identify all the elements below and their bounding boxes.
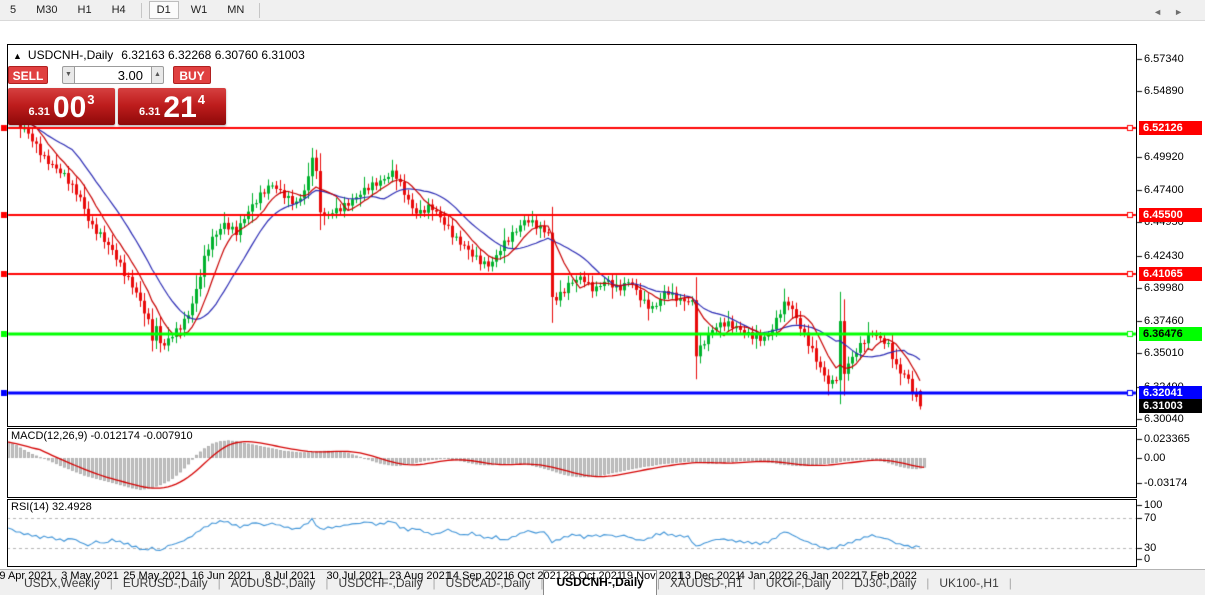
rsi-tick: 70: [1144, 512, 1157, 524]
timeframe-button-m30[interactable]: M30: [28, 1, 65, 19]
toolbar-separator: [259, 2, 261, 18]
level-price-label: 6.45500: [1139, 208, 1202, 223]
timeframe-button-h1[interactable]: H1: [70, 1, 100, 19]
buy-price-prefix: 6.31: [138, 106, 161, 118]
current-price-label: 6.31003: [1139, 399, 1202, 414]
level-price-label: 6.41065: [1139, 266, 1202, 281]
buy-price-pips: 21: [163, 91, 197, 124]
level-price-label: 6.32041: [1139, 385, 1202, 400]
price-tick: 6.49920: [1144, 150, 1184, 163]
timeframe-button-h4[interactable]: H4: [104, 1, 134, 19]
macd-indicator-label: MACD(12,26,9) -0.012174 -0.007910: [11, 430, 193, 442]
level-price-label: 6.52126: [1139, 120, 1202, 135]
rsi-tick: 0: [1144, 553, 1151, 565]
price-tick: 6.47400: [1144, 184, 1184, 197]
timeframe-button-w1[interactable]: W1: [183, 1, 216, 19]
date-label: 19 Nov 2021: [620, 570, 684, 582]
sell-price-prefix: 6.31: [28, 106, 50, 118]
sell-price-point: 3: [87, 92, 95, 107]
date-label: 26 Jan 2022: [795, 570, 857, 582]
price-tick: 6.35010: [1144, 347, 1184, 360]
level-price-label: 6.36476: [1139, 327, 1202, 342]
date-label: 3 May 2021: [61, 570, 119, 582]
date-label: 28 Oct 2021: [563, 570, 623, 582]
tab-scroll-arrows: ◄►: [1153, 7, 1195, 17]
date-label: 6 Oct 2021: [508, 570, 562, 582]
rsi-indicator-label: RSI(14) 32.4928: [11, 501, 92, 513]
date-label: 25 May 2021: [123, 570, 187, 582]
macd-tick: 0.023365: [1144, 433, 1190, 446]
volume-decrease-button[interactable]: ▼: [62, 66, 75, 84]
rsi-tick: 100: [1144, 499, 1163, 511]
volume-input[interactable]: [75, 66, 151, 84]
one-click-trading-panel: SELL ▼ ▲ BUY 6.31003 6.31214: [8, 66, 226, 125]
volume-increase-button[interactable]: ▲: [151, 66, 164, 84]
buy-button[interactable]: BUY: [173, 66, 211, 84]
date-label: 8 Jul 2021: [264, 570, 316, 582]
timeframe-button-mn[interactable]: MN: [219, 1, 252, 19]
tab-scroll-left-arrow[interactable]: ◄: [1153, 7, 1174, 17]
price-tick: 6.54890: [1144, 85, 1184, 98]
mt4-window: 5 M30 H1 H4 D1 W1 MN ▲ USDCNH-,Daily 6.32163 6.3…: [0, 0, 1205, 595]
chart-window: ▲ USDCNH-,Daily 6.32163 6.32268 6.30760 6.…: [0, 21, 1205, 595]
date-label: 16 Jun 2021: [191, 570, 253, 582]
timeframe-toolbar: 5 M30 H1 H4 D1 W1 MN: [0, 0, 1205, 21]
date-label: 13 Dec 2021: [678, 570, 742, 582]
price-tick: 6.37460: [1144, 315, 1184, 328]
price-tick: 6.42430: [1144, 249, 1184, 262]
panel-toggle-arrow[interactable]: ▲: [13, 51, 22, 61]
date-label: 23 Aug 2021: [389, 570, 451, 582]
macd-tick: 0.00: [1144, 452, 1166, 464]
toolbar-separator: [140, 2, 142, 18]
timeframe-button-d1[interactable]: D1: [148, 1, 179, 19]
sell-button[interactable]: SELL: [8, 66, 48, 84]
date-label: 17 Feb 2022: [855, 570, 917, 582]
timeframe-button-5[interactable]: 5: [2, 1, 24, 19]
date-label: 30 Jul 2021: [326, 570, 384, 582]
sell-price-pips: 00: [52, 91, 87, 124]
price-tick: 6.39980: [1144, 281, 1184, 294]
chart-title: ▲ USDCNH-,Daily 6.32163 6.32268 6.30760 6.…: [13, 48, 305, 62]
date-label: 4 Jan 2022: [738, 570, 794, 582]
buy-price-panel[interactable]: 6.31 21 4: [118, 88, 226, 125]
buy-price-point: 4: [197, 92, 206, 107]
date-label: 14 Sep 2021: [446, 570, 510, 582]
date-label: 9 Apr 2021: [0, 570, 53, 582]
chart-ohlc-values: 6.32163 6.32268 6.30760 6.31003: [121, 48, 305, 62]
price-tick: 6.30040: [1144, 413, 1184, 425]
sell-price-panel[interactable]: 6.31 00 3: [8, 88, 115, 125]
price-tick: 6.57340: [1144, 53, 1184, 65]
macd-tick: -0.03174: [1144, 477, 1188, 490]
tab-scroll-right-arrow[interactable]: ►: [1174, 7, 1195, 17]
chart-symbol-label: USDCNH-,Daily: [27, 48, 114, 62]
